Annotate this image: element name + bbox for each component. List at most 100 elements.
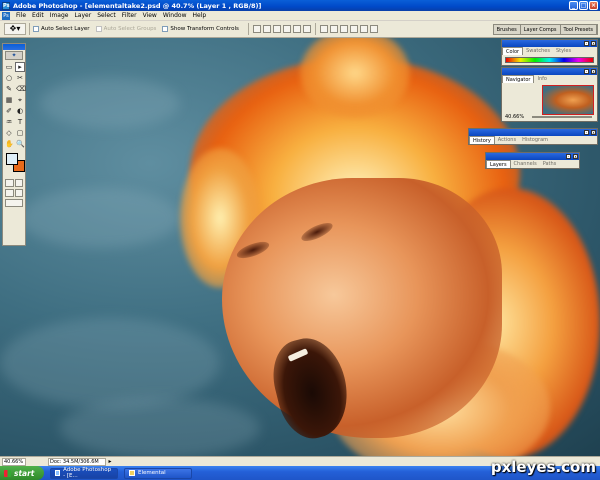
tab-info[interactable]: Info	[534, 75, 549, 83]
menu-window[interactable]: Window	[160, 11, 190, 21]
menu-select[interactable]: Select	[94, 11, 119, 21]
cloud	[40, 78, 180, 128]
folder-icon	[129, 470, 135, 476]
panel-header[interactable]: - x	[502, 40, 597, 47]
smudge-tool-icon[interactable]: ♒	[4, 117, 14, 127]
panel-tabs: Color Swatches Styles	[502, 47, 597, 55]
align-top-icon[interactable]	[252, 25, 261, 33]
tab-color[interactable]: Color	[502, 47, 524, 55]
tab-histogram[interactable]: Histogram	[519, 136, 551, 144]
standard-mode-icon[interactable]	[5, 179, 14, 187]
panel-minimize-button[interactable]: -	[584, 41, 589, 46]
distribute-center-icon[interactable]	[359, 25, 368, 33]
menu-edit[interactable]: Edit	[29, 11, 47, 21]
lasso-tool-icon[interactable]: ○	[4, 73, 14, 83]
align-left-icon[interactable]	[282, 25, 291, 33]
screen-mode-buttons	[3, 188, 25, 198]
path-selection-tool-icon[interactable]: ◇	[4, 128, 14, 138]
color-ramp[interactable]	[505, 57, 594, 63]
panel-close-button[interactable]: x	[591, 130, 596, 135]
clone-stamp-tool-icon[interactable]: ⌖	[15, 95, 25, 105]
panel-close-button[interactable]: x	[591, 41, 596, 46]
align-right-icon[interactable]	[302, 25, 311, 33]
adobe-online-icon[interactable]: ✦	[5, 51, 23, 60]
marquee-tool-icon[interactable]: ▭	[4, 62, 14, 72]
close-button[interactable]: ×	[589, 1, 598, 10]
type-tool-icon[interactable]: T	[15, 117, 25, 127]
menu-filter[interactable]: Filter	[119, 11, 140, 21]
brush-tool-icon[interactable]: ✎	[4, 84, 14, 94]
distribute-bottom-icon[interactable]	[339, 25, 348, 33]
panel-close-button[interactable]: x	[591, 69, 596, 74]
panel-minimize-button[interactable]: -	[584, 69, 589, 74]
taskbar-item-photoshop[interactable]: Adobe Photoshop - [E...	[50, 467, 118, 479]
menu-file[interactable]: File	[13, 11, 29, 21]
dodge-tool-icon[interactable]: ◐	[15, 106, 25, 116]
zoom-tool-icon[interactable]: 🔍	[15, 139, 25, 149]
distribute-left-icon[interactable]	[349, 25, 358, 33]
move-tool-icon[interactable]: ▸	[15, 62, 25, 72]
panel-minimize-button[interactable]: -	[584, 130, 589, 135]
panel-close-button[interactable]: x	[573, 154, 578, 159]
auto-select-groups-checkbox[interactable]	[95, 26, 102, 32]
tab-swatches[interactable]: Swatches	[523, 47, 553, 55]
panel-header[interactable]: - x	[486, 153, 579, 160]
navigator-thumbnail[interactable]	[542, 85, 594, 115]
photoshop-icon: Ps	[2, 1, 10, 10]
align-bottom-icon[interactable]	[272, 25, 281, 33]
foreground-color-swatch[interactable]	[6, 153, 18, 165]
full-screen-icon[interactable]	[14, 189, 23, 197]
move-tool-icon[interactable]: ✥▾	[4, 23, 26, 35]
tab-styles[interactable]: Styles	[553, 47, 574, 55]
distribute-middle-icon[interactable]	[329, 25, 338, 33]
cloud	[20, 188, 180, 248]
well-tab-layer-comps[interactable]: Layer Comps	[520, 25, 561, 34]
panel-header[interactable]: - x	[469, 129, 597, 136]
start-button[interactable]: start	[0, 466, 44, 480]
taskbar-item-folder[interactable]: Elemental	[124, 467, 192, 479]
jump-to-buttons	[3, 198, 25, 208]
jump-to-imageready-icon[interactable]	[5, 199, 23, 207]
menu-view[interactable]: View	[140, 11, 160, 21]
layers-panel: - x Layers Channels Paths	[485, 152, 580, 169]
show-transform-controls-checkbox[interactable]	[162, 26, 169, 32]
tab-paths[interactable]: Paths	[540, 160, 560, 168]
distribute-top-icon[interactable]	[319, 25, 328, 33]
divider	[314, 23, 316, 35]
auto-select-layer-checkbox[interactable]	[33, 26, 39, 32]
maximize-button[interactable]: □	[579, 1, 588, 10]
well-tab-tool-presets[interactable]: Tool Presets	[560, 25, 597, 34]
menu-layer[interactable]: Layer	[71, 11, 94, 21]
auto-select-layer-label: Auto Select Layer	[41, 26, 90, 32]
zoom-field[interactable]: 40.66%	[2, 457, 26, 466]
window-title: Adobe Photoshop - [elementaltake2.psd @ …	[13, 1, 262, 10]
navigator-zoom-value[interactable]: 40.66%	[505, 114, 524, 120]
quick-mask-icon[interactable]	[14, 179, 23, 187]
navigator-zoom-slider[interactable]	[532, 116, 592, 118]
status-menu-arrow-icon[interactable]: ▸	[106, 458, 114, 466]
tab-history[interactable]: History	[469, 136, 495, 144]
panel-header[interactable]: - x	[502, 68, 597, 75]
tab-layers[interactable]: Layers	[486, 160, 511, 168]
distribute-right-icon[interactable]	[369, 25, 378, 33]
pen-tool-icon[interactable]: ✐	[4, 106, 14, 116]
menu-image[interactable]: Image	[47, 11, 72, 21]
menu-help[interactable]: Help	[190, 11, 210, 21]
minimize-button[interactable]: _	[569, 1, 578, 10]
toolbox-grip[interactable]	[3, 44, 25, 50]
eraser-tool-icon[interactable]: ⌫	[15, 84, 26, 94]
align-center-icon[interactable]	[292, 25, 301, 33]
well-tab-brushes[interactable]: Brushes	[493, 25, 521, 34]
panel-tabs: Layers Channels Paths	[486, 160, 579, 168]
align-middle-icon[interactable]	[262, 25, 271, 33]
navigator-panel: - x Navigator Info 40.66%	[501, 67, 598, 122]
hand-tool-icon[interactable]: ✋	[4, 139, 14, 149]
gradient-tool-icon[interactable]: ▦	[4, 95, 14, 105]
tab-channels[interactable]: Channels	[511, 160, 540, 168]
crop-tool-icon[interactable]: ✂	[15, 73, 25, 83]
panel-minimize-button[interactable]: -	[566, 154, 571, 159]
shape-tool-icon[interactable]: ▢	[15, 128, 25, 138]
tab-actions[interactable]: Actions	[495, 136, 519, 144]
screen-mode-icon[interactable]	[5, 189, 14, 197]
tab-navigator[interactable]: Navigator	[502, 75, 535, 83]
